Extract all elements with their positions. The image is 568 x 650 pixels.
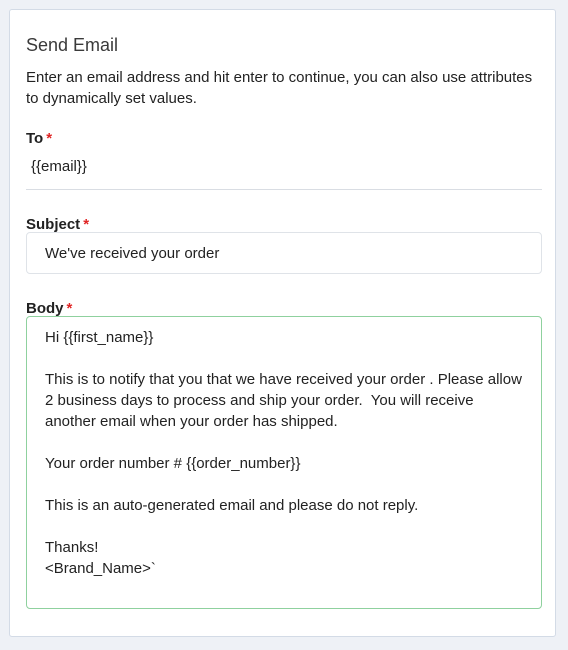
body-label-text: Body: [26, 300, 64, 317]
subject-label-text: Subject: [26, 216, 81, 233]
send-email-card: Send Email Enter an email address and hi…: [9, 9, 556, 637]
required-marker: *: [66, 300, 73, 317]
subject-input[interactable]: [26, 232, 542, 274]
required-marker: *: [46, 130, 53, 147]
body-label: Body *: [26, 300, 72, 317]
body-textarea[interactable]: Hi {{first_name}} This is to notify that…: [26, 316, 542, 609]
to-token[interactable]: {{email}}: [31, 158, 87, 175]
form-description: Enter an email address and hit enter to …: [26, 69, 533, 107]
required-marker: *: [83, 216, 90, 233]
subject-label: Subject *: [26, 216, 89, 233]
form-title: Send Email: [26, 35, 119, 55]
to-label-text: To: [26, 130, 44, 147]
to-field[interactable]: {{email}}: [26, 152, 542, 190]
to-label: To *: [26, 130, 52, 147]
